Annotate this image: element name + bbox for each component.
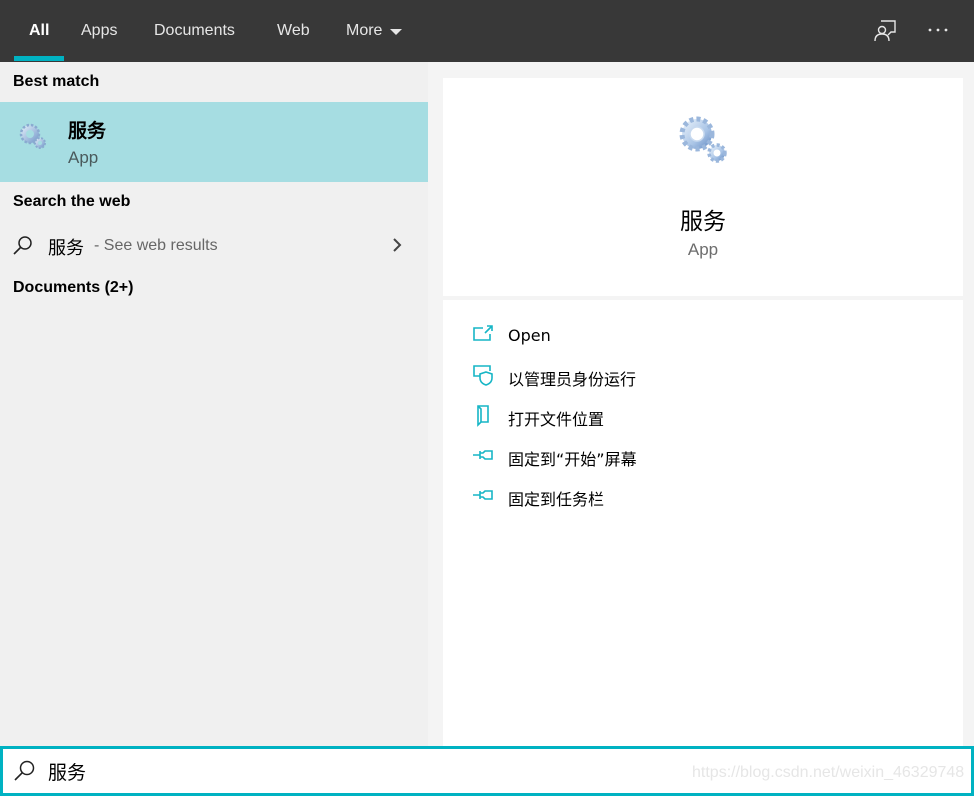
action-pin-to-start[interactable]: 固定到“开始”屏幕 [443,437,963,473]
app-detail-title: 服务 [680,209,726,235]
action-open-file-location-label: 打开文件位置 [508,410,605,429]
services-gears-icon [19,123,46,149]
web-search-result[interactable]: 服务 - See web results [0,226,428,266]
documents-header[interactable]: Documents (2+) [13,279,133,297]
search-icon [14,760,35,781]
action-pin-to-taskbar[interactable]: 固定到任务栏 [443,477,963,513]
more-options-button[interactable] [923,15,953,45]
active-tab-indicator [14,56,64,61]
tab-apps[interactable]: Apps [81,0,117,62]
search-icon [13,236,32,255]
web-search-suffix: - See web results [94,237,218,254]
search-input[interactable] [48,755,648,787]
action-open[interactable]: Open [443,317,963,353]
services-gears-icon [679,116,727,163]
tab-documents[interactable]: Documents [154,0,235,62]
pin-to-start-icon [473,450,493,460]
results-pane: Best match 服务 App Search the web 服务 - Se… [0,62,428,746]
watermark-text: https://blog.csdn.net/weixin_46329748 [692,764,965,781]
open-icon [473,325,493,341]
app-detail-card: 服务 App [443,78,963,296]
pin-to-taskbar-icon [473,490,493,500]
more-options-icon [928,28,948,32]
tab-more[interactable]: More [346,0,403,62]
tab-apps-label: Apps [81,22,118,39]
feedback-icon [874,20,896,42]
tab-web[interactable]: Web [277,0,310,62]
action-open-file-location[interactable]: 打开文件位置 [443,397,963,433]
best-match-header: Best match [13,73,100,90]
app-detail-subtitle: App [687,240,719,259]
app-actions-list: Open 以管理员身份运行 打开文件位置 固定到“开始”屏幕 固定到任务栏 [443,300,963,746]
action-open-label: Open [508,326,551,345]
search-the-web-header: Search the web [13,193,131,210]
action-run-as-admin-label: 以管理员身份运行 [508,370,637,389]
tab-web-label: Web [277,22,310,39]
feedback-button[interactable] [870,15,900,45]
tab-more-label: More [346,22,383,39]
caret-down-icon [390,29,403,35]
tab-documents-label: Documents [154,22,235,39]
chevron-right-icon [393,238,402,252]
best-match-result[interactable]: 服务 App [0,102,428,182]
tab-all-label: All [29,22,50,39]
tab-all[interactable]: All [29,0,49,62]
best-match-title: 服务 [68,120,107,142]
action-run-as-admin[interactable]: 以管理员身份运行 [443,357,963,393]
action-pin-to-taskbar-label: 固定到任务栏 [508,490,605,509]
search-filter-bar: All Apps Documents Web More [0,0,974,62]
open-file-location-icon [477,405,489,427]
run-as-admin-icon [473,365,493,386]
web-search-query: 服务 [48,238,84,259]
best-match-subtitle: App [68,148,99,167]
action-pin-to-start-label: 固定到“开始”屏幕 [508,450,637,469]
